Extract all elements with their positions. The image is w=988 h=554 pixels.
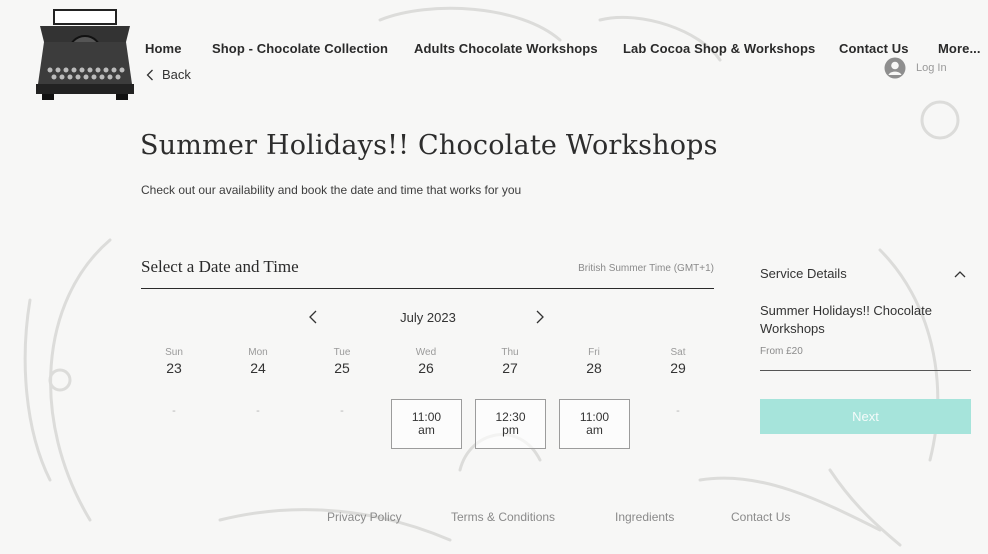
day-name: Sat: [670, 347, 686, 358]
no-slot-mark: -: [676, 405, 680, 417]
nav-more[interactable]: More...: [938, 41, 981, 56]
user-avatar-icon: [884, 57, 906, 79]
back-label: Back: [162, 67, 191, 82]
chevron-left-icon[interactable]: [306, 308, 320, 326]
time-slot-fri[interactable]: 11:00 am: [559, 399, 630, 449]
day-sun[interactable]: Sun 23: [149, 347, 199, 377]
next-button[interactable]: Next: [760, 399, 971, 434]
day-name: Thu: [501, 347, 519, 358]
nav-contact-us[interactable]: Contact Us: [839, 41, 909, 56]
service-price: From £20: [760, 346, 803, 357]
select-date-time-heading: Select a Date and Time: [141, 257, 299, 276]
page-subtitle: Check out our availability and book the …: [141, 183, 522, 197]
no-slot-mark: -: [172, 405, 176, 417]
time-slot-label: 12:30 pm: [495, 410, 526, 437]
day-number: 28: [586, 360, 602, 376]
chevron-left-icon: [146, 69, 153, 80]
no-slot-mark: -: [256, 405, 260, 417]
time-slot-label: 11:00 am: [579, 410, 610, 437]
no-slot-mark: -: [340, 405, 344, 417]
back-link[interactable]: Back: [146, 67, 191, 82]
nav-adults-chocolate-workshops[interactable]: Adults Chocolate Workshops: [414, 41, 598, 56]
day-thu[interactable]: Thu 27: [485, 347, 535, 377]
day-number: 24: [250, 360, 266, 376]
service-details-heading: Service Details: [760, 266, 847, 281]
time-slot-thu[interactable]: 12:30 pm: [475, 399, 546, 449]
nav-lab-cocoa-shop[interactable]: Lab Cocoa Shop & Workshops: [623, 41, 815, 56]
day-number: 29: [670, 360, 686, 376]
time-slot-label: 11:00 am: [411, 410, 442, 437]
chevron-right-icon[interactable]: [533, 308, 547, 326]
section-divider: [141, 288, 714, 289]
login-button[interactable]: Log In: [884, 57, 947, 79]
day-name: Fri: [588, 347, 600, 358]
day-number: 25: [334, 360, 350, 376]
page-title: Summer Holidays!! Chocolate Workshops: [140, 130, 718, 161]
footer-terms-conditions[interactable]: Terms & Conditions: [451, 510, 555, 524]
day-number: 23: [166, 360, 182, 376]
timezone-label[interactable]: British Summer Time (GMT+1): [578, 263, 714, 274]
login-label: Log In: [916, 62, 947, 74]
nav-shop-chocolate-collection[interactable]: Shop - Chocolate Collection: [212, 41, 388, 56]
day-wed[interactable]: Wed 26: [401, 347, 451, 377]
footer-contact-us[interactable]: Contact Us: [731, 510, 790, 524]
typewriter-logo[interactable]: [36, 6, 134, 102]
service-name: Summer Holidays!! Chocolate Workshops: [760, 303, 932, 336]
nav-home[interactable]: Home: [145, 41, 182, 56]
day-sat[interactable]: Sat 29: [653, 347, 703, 377]
day-number: 27: [502, 360, 518, 376]
day-name: Tue: [333, 347, 351, 358]
day-name: Wed: [415, 347, 437, 358]
time-slot-wed[interactable]: 11:00 am: [391, 399, 462, 449]
day-fri[interactable]: Fri 28: [569, 347, 619, 377]
service-divider: [760, 370, 971, 371]
day-mon[interactable]: Mon 24: [233, 347, 283, 377]
day-number: 26: [418, 360, 434, 376]
footer-ingredients[interactable]: Ingredients: [615, 510, 674, 524]
day-tue[interactable]: Tue 25: [317, 347, 367, 377]
footer-privacy-policy[interactable]: Privacy Policy: [327, 510, 402, 524]
day-name: Mon: [248, 347, 268, 358]
month-label: July 2023: [400, 310, 456, 325]
chevron-up-icon[interactable]: [953, 268, 967, 280]
day-name: Sun: [165, 347, 183, 358]
